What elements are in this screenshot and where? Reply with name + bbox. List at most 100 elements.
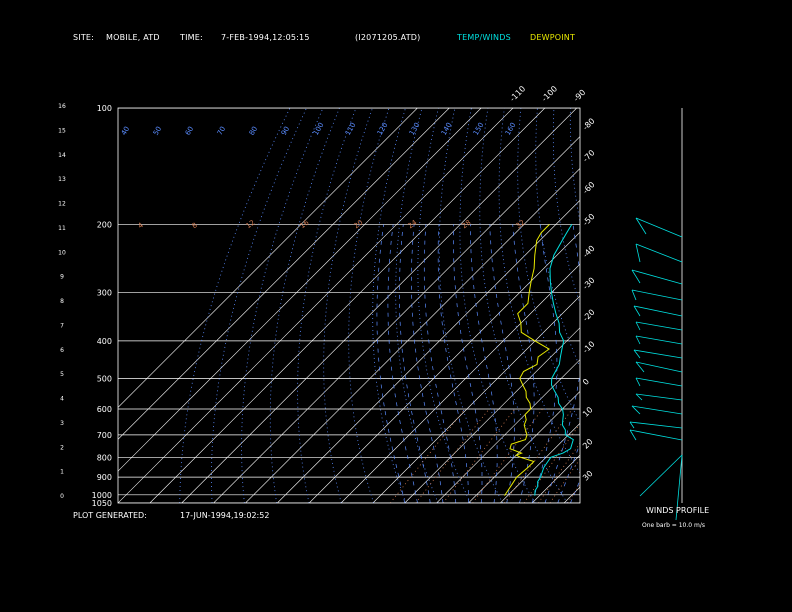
isotherm-label: 10 bbox=[581, 405, 595, 419]
isotherm-line bbox=[308, 231, 580, 503]
mixing-ratio-label: 4 bbox=[137, 221, 146, 230]
isotherm-line bbox=[436, 359, 580, 503]
mixing-ratio-label: 28 bbox=[461, 219, 473, 231]
moist-adiabat-line bbox=[557, 442, 580, 503]
dry-adiabat-label: 80 bbox=[248, 125, 259, 137]
mixing-ratio-label: 20 bbox=[353, 219, 365, 231]
wind-barb bbox=[629, 429, 683, 441]
wind-barb-flag bbox=[633, 305, 641, 317]
isotherm-label: -20 bbox=[581, 308, 597, 324]
isotherm-line bbox=[118, 108, 418, 408]
isotherm-label: -50 bbox=[581, 212, 597, 228]
height-tick-label: 13 bbox=[58, 176, 66, 183]
height-tick-label: 11 bbox=[58, 225, 66, 232]
mixing-ratio-label: 32 bbox=[515, 219, 527, 231]
isotherm-line bbox=[596, 108, 792, 503]
height-tick-label: 1 bbox=[60, 469, 64, 476]
pressure-tick-label: 1050 bbox=[92, 499, 112, 508]
isotherm-label: 20 bbox=[581, 437, 595, 451]
dry-adiabat-line bbox=[603, 108, 792, 503]
wind-barb-flag bbox=[629, 429, 637, 441]
isotherm-label: -40 bbox=[581, 244, 597, 260]
wind-barb bbox=[633, 305, 683, 317]
isotherm-line bbox=[149, 108, 546, 503]
isotherm-line bbox=[404, 327, 580, 503]
dry-adiabat-line bbox=[768, 108, 792, 503]
wind-barb bbox=[635, 377, 683, 387]
wind-profile-subtitle: One barb = 10.0 m/s bbox=[642, 522, 705, 529]
dry-adiabat-line bbox=[620, 108, 792, 503]
dry-adiabat-line bbox=[752, 108, 792, 503]
pressure-tick-label: 800 bbox=[97, 453, 112, 462]
dry-adiabat-label: 130 bbox=[408, 121, 422, 137]
height-tick-label: 15 bbox=[58, 127, 66, 134]
height-tick-label: 3 bbox=[60, 420, 64, 427]
wind-barb-flag bbox=[635, 377, 641, 387]
dry-adiabat-label: 100 bbox=[312, 121, 326, 137]
moist-adiabat-line bbox=[387, 224, 418, 503]
height-tick-label: 12 bbox=[58, 201, 66, 208]
height-tick-label: 2 bbox=[60, 444, 64, 451]
dry-adiabat-label: 60 bbox=[184, 125, 195, 137]
height-tick-label: 6 bbox=[60, 347, 64, 354]
isotherm-label: -60 bbox=[581, 180, 597, 196]
dry-adiabat-line bbox=[587, 108, 761, 503]
moist-adiabat-line bbox=[423, 224, 457, 503]
isotherm-line bbox=[118, 108, 514, 503]
dry-adiabat-line bbox=[636, 108, 792, 503]
height-tick-label: 0 bbox=[60, 493, 64, 500]
isotherm-line bbox=[468, 391, 580, 503]
wind-barb bbox=[635, 321, 683, 331]
isotherm-line bbox=[277, 199, 580, 503]
dry-adiabat-line bbox=[348, 108, 390, 503]
dry-adiabat-line bbox=[459, 108, 536, 503]
wind-barb bbox=[639, 454, 683, 497]
isotherm-label: -30 bbox=[581, 276, 597, 292]
dry-adiabat-label: 70 bbox=[216, 125, 227, 137]
pressure-tick-label: 200 bbox=[97, 220, 112, 229]
isotherm-label: -90 bbox=[572, 88, 588, 104]
isotherm-line bbox=[118, 108, 450, 440]
mixing-ratio-line bbox=[442, 408, 516, 503]
dry-adiabat-line bbox=[552, 108, 580, 306]
moist-adiabat-line bbox=[570, 479, 580, 503]
isotherm-label: 30 bbox=[581, 469, 595, 483]
plot-generated-label: PLOT GENERATED: bbox=[73, 511, 147, 520]
temperature-line bbox=[534, 224, 574, 496]
isotherm-line bbox=[118, 108, 482, 472]
dewpoint-line bbox=[504, 224, 551, 496]
pressure-tick-label: 500 bbox=[97, 374, 112, 383]
skew-t-chart: 100200300400500600700800900100010504 8 12 1… bbox=[58, 84, 792, 521]
height-tick-label: 14 bbox=[58, 152, 66, 159]
mixing-ratio-line bbox=[523, 423, 580, 503]
moist-adiabat-line bbox=[489, 224, 515, 503]
isotherm-label: -110 bbox=[508, 84, 527, 103]
wind-barb bbox=[631, 405, 683, 415]
isotherm-label: 0 bbox=[581, 377, 591, 387]
dry-adiabat-label: 120 bbox=[376, 121, 390, 137]
moist-adiabat-line bbox=[512, 224, 535, 503]
isotherm-line bbox=[563, 486, 580, 503]
wind-barb-flag bbox=[631, 289, 637, 301]
wind-barb bbox=[635, 335, 683, 345]
height-tick-label: 5 bbox=[60, 371, 64, 378]
moist-adiabat-line bbox=[376, 224, 406, 503]
plot-generated-value: 17-JUN-1994,19:02:52 bbox=[180, 511, 270, 520]
isotherm-line bbox=[340, 263, 580, 503]
dry-adiabat-label: 140 bbox=[440, 121, 454, 137]
pressure-tick-label: 700 bbox=[97, 431, 112, 440]
wind-barb-flag bbox=[635, 335, 641, 345]
dry-adiabat-line bbox=[785, 108, 792, 503]
pressure-tick-label: 900 bbox=[97, 473, 112, 482]
dry-adiabat-line bbox=[241, 108, 324, 503]
pressure-tick-label: 600 bbox=[97, 405, 112, 414]
pressure-tick-label: 400 bbox=[97, 337, 112, 346]
pressure-tick-label: 300 bbox=[97, 289, 112, 298]
isotherm-line bbox=[500, 422, 580, 503]
wind-profile-title: WINDS PROFILE bbox=[646, 506, 710, 515]
height-tick-label: 9 bbox=[60, 274, 64, 281]
wind-barb bbox=[635, 243, 683, 263]
dry-adiabat-line bbox=[438, 108, 504, 503]
dry-adiabat-label: 90 bbox=[280, 125, 291, 137]
plot-area bbox=[118, 108, 792, 503]
